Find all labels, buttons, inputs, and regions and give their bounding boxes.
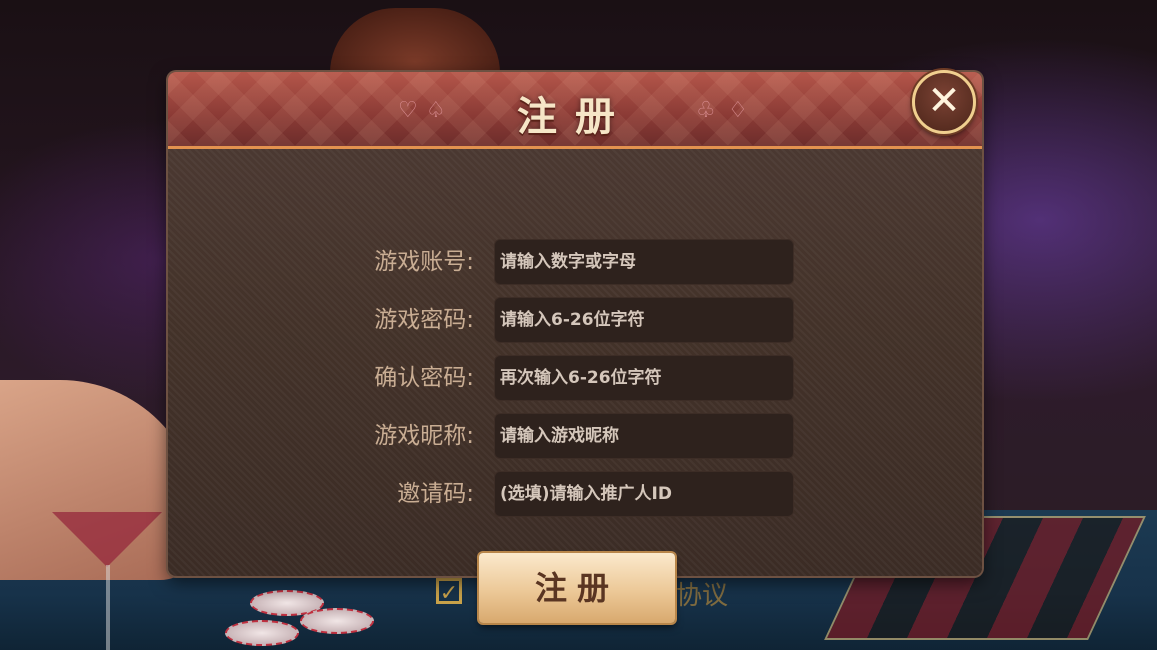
password-label: 游戏密码: [374,307,474,333]
confirm-password-label: 确认密码: [374,365,474,391]
dialog-title: 注册 [517,94,633,140]
confirm-password-input[interactable] [494,355,794,401]
poker-chip-icon [300,608,374,634]
form-row-password: 游戏密码: [168,297,982,343]
invite-code-input[interactable] [494,471,794,517]
register-dialog: ♡ ♤ 注册 ♧ ♢ 游戏账号: 游戏密码: 确认密码: 游戏昵称: 邀请码: [168,72,982,576]
cocktail-glass-icon [52,512,162,567]
nickname-input[interactable] [494,413,794,459]
form-row-account: 游戏账号: [168,239,982,285]
diamond-icon: ♢ [728,98,748,123]
account-input[interactable] [494,239,794,285]
poker-chip-icon [225,620,299,646]
cocktail-glass-stem [106,565,110,650]
register-submit-button[interactable]: 注册 [479,553,675,623]
dialog-header: ♡ ♤ 注册 ♧ ♢ [168,72,982,149]
password-input[interactable] [494,297,794,343]
agreement-checkbox[interactable]: ✓ [436,578,462,606]
form-row-confirm-password: 确认密码: [168,355,982,401]
game-screen: ✓ 协议 ♡ ♤ 注册 ♧ ♢ 游戏账号: 游戏密码: 确认密码: 游戏昵称: … [0,0,1157,650]
invite-code-label: 邀请码: [397,481,474,507]
account-label: 游戏账号: [374,249,474,275]
nickname-label: 游戏昵称: [374,423,474,449]
form-row-invite-code: 邀请码: [168,471,982,517]
agreement-link[interactable]: 协议 [676,575,728,612]
form-row-nickname: 游戏昵称: [168,413,982,459]
club-icon: ♧ [696,98,716,123]
close-button[interactable]: ✕ [912,70,976,134]
